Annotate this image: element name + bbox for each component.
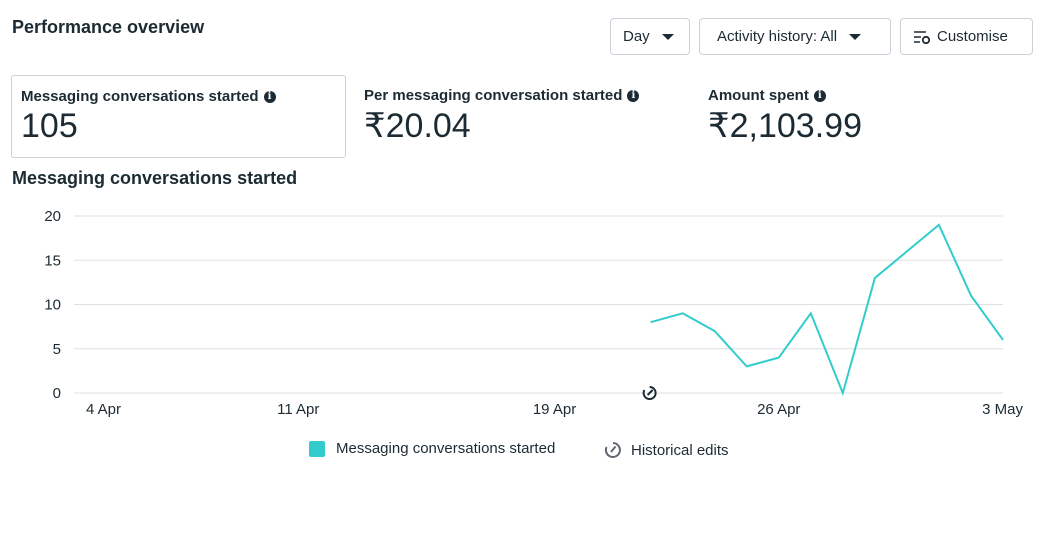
y-tick-label: 0 [53, 385, 61, 402]
metric-label: Messaging conversations started [21, 88, 259, 105]
chart-title: Messaging conversations started [12, 168, 298, 188]
metric-card-cost-per-conversation[interactable]: Per messaging conversation started i ₹20… [355, 75, 675, 158]
y-tick-label: 15 [44, 252, 61, 269]
metric-label: Per messaging conversation started [364, 87, 623, 104]
x-tick-label: 11 Apr [277, 401, 319, 418]
series-line [650, 223, 1004, 397]
line-chart: 0 5 10 15 20 4 Apr 11 Apr 19 Apr 26 Apr 3 May [44, 208, 1023, 418]
page-title: Performance overview [12, 17, 205, 37]
metric-card-conversations[interactable]: Messaging conversations started i 105 [11, 75, 346, 158]
metric-value: ₹2,103.99 [708, 107, 862, 145]
day-dropdown-label: Day [623, 28, 650, 45]
caret-down-icon [661, 33, 674, 40]
metric-label: Amount spent [708, 87, 809, 104]
legend-item-series[interactable]: Messaging conversations started [309, 440, 555, 457]
series-swatch [309, 440, 325, 457]
info-icon[interactable]: i [627, 89, 640, 102]
historical-edits-icon [604, 442, 621, 458]
y-tick-label: 20 [44, 208, 61, 225]
x-tick-label: 3 May [982, 401, 1023, 418]
activity-history-label: Activity history: All [717, 28, 838, 45]
activity-history-dropdown[interactable]: Activity history: All [699, 18, 891, 55]
customise-label: Customise [937, 28, 1008, 45]
metric-card-amount-spent[interactable]: Amount spent i ₹2,103.99 [699, 75, 999, 158]
legend-series-label: Messaging conversations started [336, 440, 556, 457]
metric-value: 105 [21, 107, 78, 145]
customise-icon [914, 30, 931, 44]
metric-value: ₹20.04 [364, 107, 471, 145]
x-tick-label: 26 Apr [757, 401, 800, 418]
y-tick-label: 10 [44, 297, 61, 314]
y-tick-label: 5 [53, 341, 61, 358]
customise-button[interactable]: Customise [900, 18, 1033, 55]
info-icon[interactable]: i [813, 89, 826, 102]
x-tick-label: 4 Apr [86, 401, 121, 418]
x-tick-label: 19 Apr [533, 401, 576, 418]
caret-down-icon [849, 33, 862, 40]
day-dropdown[interactable]: Day [610, 18, 690, 55]
legend-edits-label: Historical edits [631, 441, 729, 459]
legend-item-historical-edits[interactable]: Historical edits [603, 440, 729, 460]
info-icon[interactable]: i [263, 90, 276, 103]
